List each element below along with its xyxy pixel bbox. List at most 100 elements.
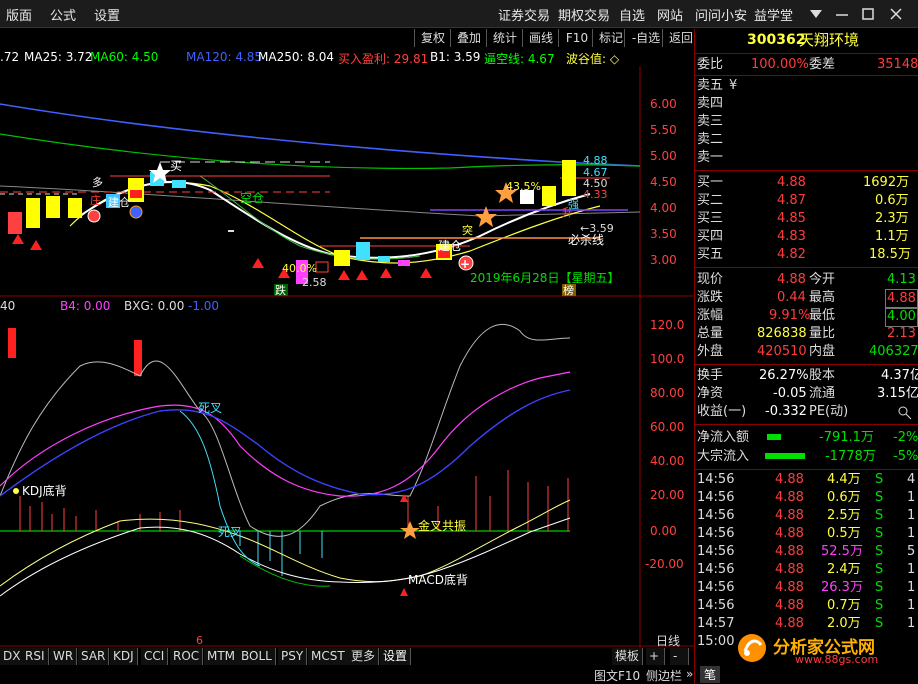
- zoom-in-button[interactable]: +: [646, 648, 665, 665]
- buy-1[interactable]: 买一 4.88 1692万: [695, 174, 918, 192]
- b1-value: B1: 3.59: [430, 50, 481, 64]
- indicator-tick: 120.0: [650, 318, 684, 332]
- menu-ask-xiaoan[interactable]: 问问小安: [695, 5, 747, 24]
- draw-line-button[interactable]: 画线: [522, 29, 559, 47]
- remove-watchlist-button[interactable]: -自选: [624, 29, 667, 47]
- quote-now: 现价 4.88 今开 4.13: [697, 272, 916, 287]
- zoom-out-button[interactable]: -: [670, 648, 689, 665]
- tab-mcst[interactable]: MCST: [308, 648, 349, 665]
- menu-settings[interactable]: 设置: [94, 5, 120, 24]
- candle: [228, 230, 234, 232]
- chart-area[interactable]: 6.00 5.50 5.00 4.50 4.00 3.50 3.00 120.0…: [0, 66, 694, 648]
- dropdown-triangle-icon[interactable]: [808, 6, 824, 22]
- period-daily[interactable]: 日线: [656, 632, 680, 649]
- weicha-label: 委差: [809, 57, 836, 72]
- bxg-value: BXG: 0.00: [124, 299, 184, 313]
- sell-5[interactable]: 卖五 ¥: [695, 77, 918, 95]
- kdj-divergence-label: KDJ底背: [22, 483, 67, 498]
- tick-row: 14:56 4.88 26.3万 S 1: [697, 580, 916, 595]
- template-button[interactable]: 模板: [612, 648, 644, 665]
- menu-options-trade[interactable]: 期权交易: [558, 5, 610, 24]
- sicha-label: 死叉: [218, 525, 242, 539]
- tab-rsi[interactable]: RSI: [22, 648, 49, 665]
- tab-psy[interactable]: PSY: [278, 648, 308, 665]
- buy-4[interactable]: 买四 4.83 1.1万: [695, 228, 918, 246]
- tick-row: 14:56 4.88 4.4万 S 4: [697, 472, 916, 487]
- green-line: [239, 555, 331, 587]
- up-arrow-icon: [400, 588, 408, 596]
- candle: [315, 261, 329, 273]
- candle: [562, 160, 576, 196]
- stock-title: 300362 天翔环境: [695, 31, 918, 49]
- buy-2[interactable]: 买二 4.87 0.6万: [695, 192, 918, 210]
- flow-block: 大宗流入 -1778万 -5%: [697, 449, 918, 464]
- tab-cci[interactable]: CCI: [141, 648, 169, 665]
- stock-name: 天翔环境: [799, 31, 860, 49]
- weibi-label: 委比: [697, 57, 724, 72]
- expand-arrow[interactable]: »: [686, 667, 693, 681]
- tab-more[interactable]: 更多: [348, 648, 380, 665]
- quote-pct: 涨幅 9.91% 最低 4.00: [695, 307, 918, 327]
- price-tick: 3.50: [650, 227, 677, 241]
- star-icon: [475, 206, 497, 227]
- fuquan-button[interactable]: 复权: [414, 29, 451, 47]
- menu-yixuetang[interactable]: 益学堂: [754, 5, 793, 24]
- menu-watchlist[interactable]: 自选: [619, 5, 645, 24]
- quote-outer: 外盘 420510 内盘 406327: [697, 344, 918, 359]
- k-line: [0, 323, 571, 537]
- up-arrow-icon: [400, 494, 408, 502]
- stats-button[interactable]: 统计: [486, 29, 523, 47]
- candle: [398, 260, 410, 266]
- f10-button[interactable]: F10: [558, 29, 595, 47]
- tab-dx[interactable]: DX: [0, 648, 25, 665]
- sell-3[interactable]: 卖三: [695, 113, 918, 131]
- overlay-button[interactable]: 叠加: [450, 29, 487, 47]
- jiancang-label: 建仓: [438, 239, 462, 253]
- flow-bar: [767, 434, 781, 440]
- close-icon[interactable]: [888, 6, 904, 22]
- candle: [356, 242, 370, 260]
- tab-settings[interactable]: 设置: [380, 648, 412, 665]
- weicha-value: 35148: [877, 57, 918, 72]
- ma120-value: MA120: 4.85: [186, 50, 263, 64]
- sidebar-toggle[interactable]: 侧边栏: [646, 667, 682, 684]
- buy-triangle-icon: [12, 234, 24, 244]
- candle: [130, 190, 142, 198]
- menu-securities-trade[interactable]: 证券交易: [498, 5, 550, 24]
- indicator-tick: 0.00: [650, 524, 677, 538]
- restore-icon[interactable]: [860, 6, 876, 22]
- buy-triangle-icon: [338, 270, 350, 280]
- ma60-line: [0, 133, 641, 170]
- f10-link[interactable]: 图文F10: [594, 667, 640, 684]
- tab-sar[interactable]: SAR: [78, 648, 110, 665]
- tab-wr[interactable]: WR: [50, 648, 78, 665]
- tab-roc[interactable]: ROC: [170, 648, 204, 665]
- tab-mtm[interactable]: MTM: [204, 648, 240, 665]
- flow-net: 净流入额 -791.1万 -2%: [697, 430, 918, 445]
- ma250-value: MA250: 8.04: [258, 50, 335, 64]
- candle: [542, 186, 556, 206]
- menu-website[interactable]: 网站: [657, 5, 683, 24]
- menu-layout[interactable]: 版面: [6, 5, 32, 24]
- jiancang-label: 建仓: [108, 195, 130, 209]
- menu-formula[interactable]: 公式: [50, 5, 76, 24]
- sell-2[interactable]: 卖二: [695, 131, 918, 149]
- watermark-url: www.88gs.com: [795, 653, 879, 666]
- price-tick: 5.50: [650, 123, 677, 137]
- search-icon[interactable]: [897, 405, 913, 421]
- sell-1[interactable]: 卖一: [695, 149, 918, 167]
- buy-5[interactable]: 买五 4.82 18.5万: [695, 246, 918, 264]
- candle: [46, 196, 60, 218]
- indicator-tick: 100.0: [650, 352, 684, 366]
- ma120-line: [0, 103, 641, 167]
- minimize-icon[interactable]: [834, 6, 850, 22]
- ma60-value: MA60: 4.50: [90, 50, 159, 64]
- buy-3[interactable]: 买三 4.85 2.3万: [695, 210, 918, 228]
- tab-kdj[interactable]: KDJ: [110, 648, 138, 665]
- bisha-label: 必杀线: [568, 232, 604, 247]
- candle: [68, 198, 82, 218]
- buy-triangle-icon: [252, 258, 264, 268]
- price-tick: 3.00: [650, 253, 677, 267]
- sell-4[interactable]: 卖四: [695, 95, 918, 113]
- tab-boll[interactable]: BOLL: [238, 648, 276, 665]
